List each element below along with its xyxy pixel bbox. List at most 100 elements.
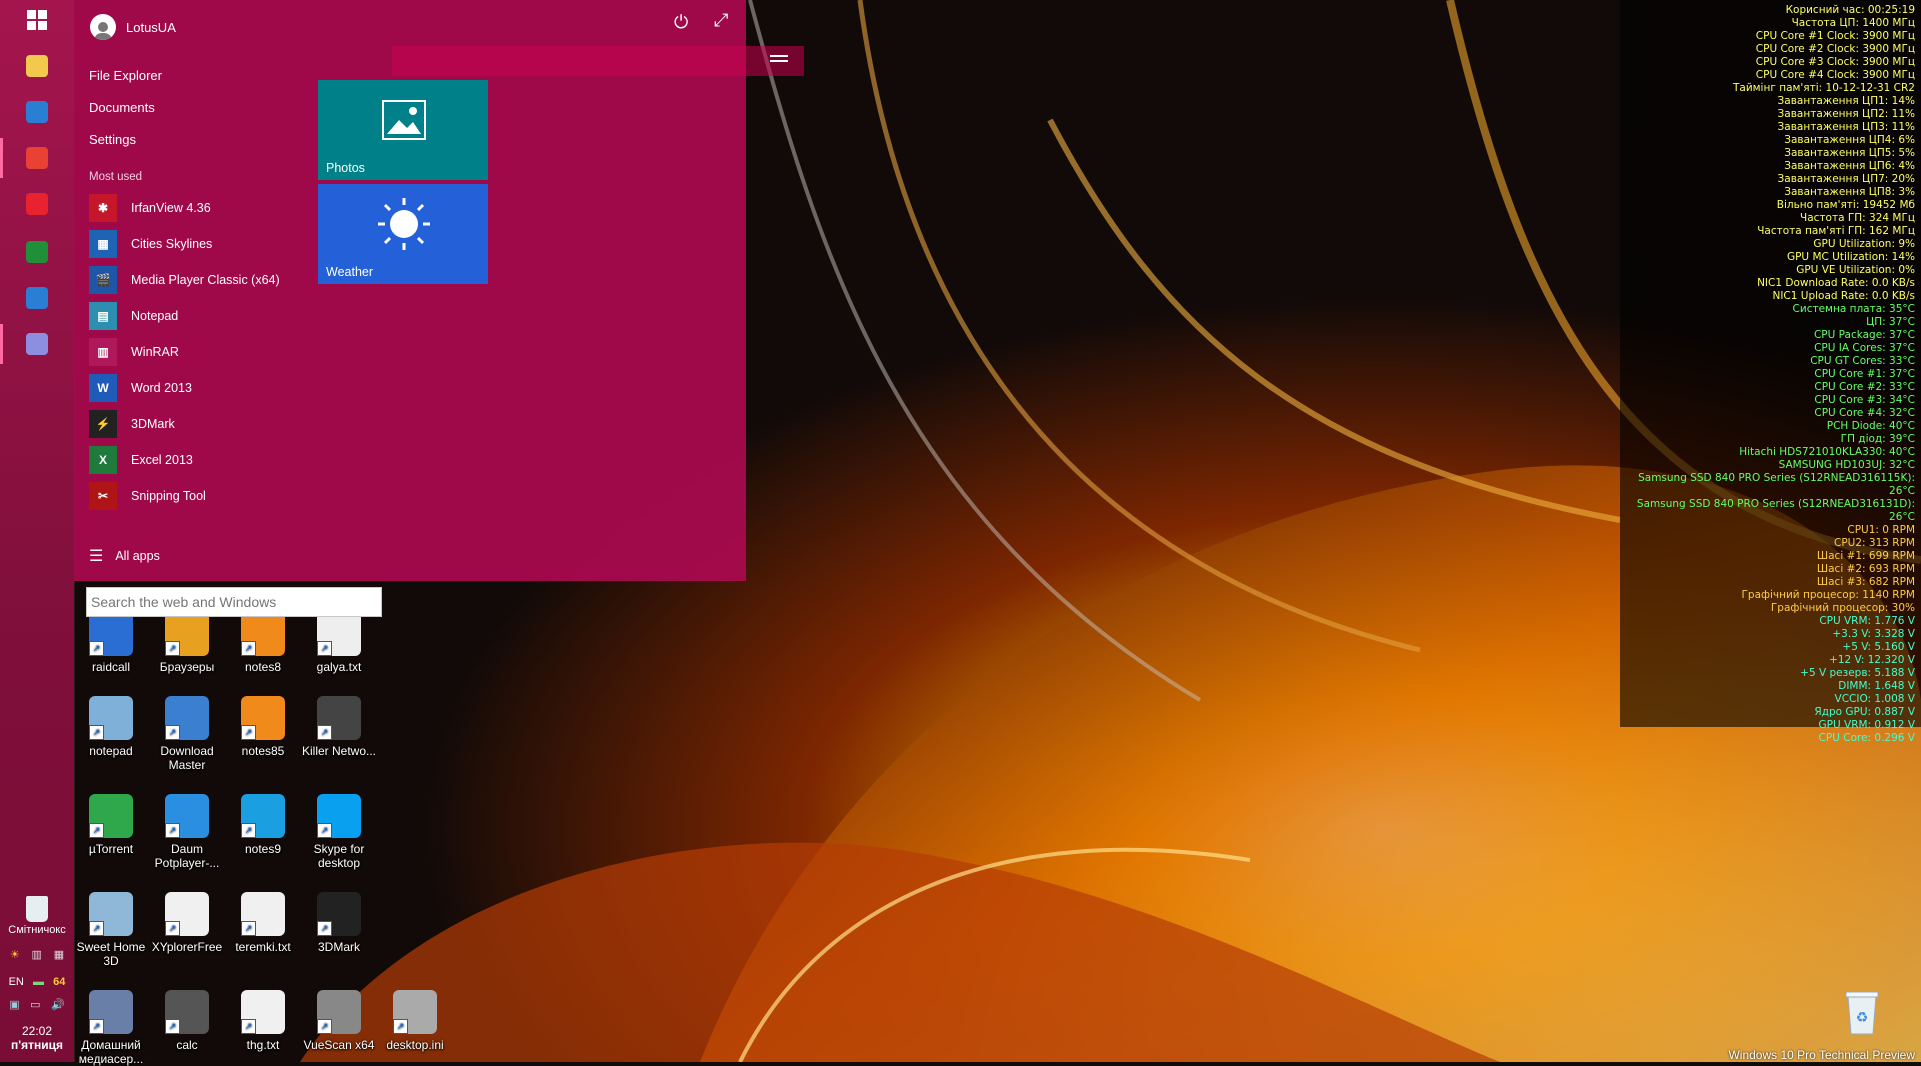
desktop-recycle-bin-icon[interactable]: ♻ — [1842, 988, 1882, 1036]
tray-badge[interactable]: 64 — [53, 976, 65, 988]
app-list-item[interactable]: 🎬 Media Player Classic (x64) — [89, 265, 280, 295]
desktop-icon[interactable]: ↗ Download Master — [149, 696, 225, 772]
sensor-reading: GPU Utilization: 9% — [1813, 238, 1915, 250]
active-indicator — [0, 138, 3, 178]
app-list-item[interactable]: X Excel 2013 — [89, 445, 193, 475]
desktop-icon[interactable]: ↗ Daum Potplayer-... — [149, 794, 225, 870]
desktop-icon-label: notes9 — [244, 842, 282, 856]
weather-tray-icon[interactable]: ☀ — [10, 948, 20, 961]
sensor-reading: NIC1 Download Rate: 0.0 KB/s — [1757, 277, 1915, 289]
sensor-reading: CPU Core #4: 32°C — [1814, 407, 1915, 419]
list-icon: ☰ — [89, 548, 104, 565]
notepad-desktop-icon: ↗ — [89, 696, 133, 740]
sensor-reading: Графічний процесор: 1140 RPM — [1741, 589, 1916, 601]
tile-group-menu-icon[interactable] — [770, 55, 788, 57]
network-tray-icon[interactable]: ▣ — [9, 998, 19, 1011]
taskbar-pin[interactable] — [12, 232, 62, 272]
desktop-icon-label: Daum Potplayer-... — [154, 842, 220, 870]
desktop-icon[interactable]: ↗ notes85 — [225, 696, 301, 758]
desktop-icon[interactable]: ↗ notes9 — [225, 794, 301, 856]
app-list-item[interactable]: ⚡ 3DMark — [89, 409, 175, 439]
chrome-pin-icon — [26, 147, 48, 169]
app-label: Cities Skylines — [131, 237, 213, 251]
calendar-tray-icon[interactable]: ▦ — [54, 948, 64, 961]
app-list-item[interactable]: ▥ WinRAR — [89, 337, 179, 367]
desktop-icon[interactable]: ↗ Killer Netwo... — [301, 696, 377, 758]
desktop-icon[interactable]: ↗ XYplorerFree — [149, 892, 225, 954]
tile-weather[interactable]: Weather — [318, 184, 488, 284]
all-apps-button[interactable]: ☰ All apps — [89, 541, 160, 571]
desktop-icon[interactable]: ↗ VueScan x64 — [301, 990, 377, 1052]
desktop-icon[interactable]: ↗ thg.txt — [225, 990, 301, 1052]
desktop-icon[interactable]: ↗ desktop.ini — [377, 990, 453, 1052]
start-menu: LotusUA ⏻ ⤢ File Explorer Documents Sett… — [74, 0, 804, 581]
desktop-icon[interactable]: ↗ Sweet Home 3D — [73, 892, 149, 968]
desktop-icon[interactable]: ↗ galya.txt — [301, 612, 377, 674]
app-list-item[interactable]: ▦ Cities Skylines — [89, 229, 212, 259]
taskbar-pin[interactable] — [12, 324, 62, 364]
app-list-item[interactable]: W Word 2013 — [89, 373, 192, 403]
skype-icon: ↗ — [317, 794, 361, 838]
shortcut-arrow-icon: ↗ — [89, 823, 104, 838]
desktop-icon[interactable]: ↗ Браузеры — [149, 612, 225, 674]
power-icon[interactable]: ⏻ — [674, 12, 688, 33]
taskbar-pin[interactable] — [12, 46, 62, 86]
desktop-icon[interactable]: ↗ notepad — [73, 696, 149, 758]
calc-icon: ↗ — [165, 990, 209, 1034]
volume-icon[interactable]: 🔊 — [51, 998, 65, 1011]
desktop-icon[interactable]: ↗ 3DMark — [301, 892, 377, 954]
desktop-icon[interactable]: ↗ notes8 — [225, 612, 301, 674]
link-documents[interactable]: Documents — [89, 100, 155, 115]
language-indicator[interactable]: EN — [9, 976, 24, 988]
shortcut-arrow-icon: ↗ — [241, 921, 256, 936]
recycle-bin-shortcut[interactable]: Смітничокс — [0, 896, 74, 936]
user-account[interactable]: LotusUA — [90, 14, 176, 40]
link-file-explorer[interactable]: File Explorer — [89, 68, 162, 83]
tile-photos-label: Photos — [326, 161, 365, 175]
galya-file-icon: ↗ — [317, 612, 361, 656]
shortcut-arrow-icon: ↗ — [317, 641, 332, 656]
clock-time: 22:02 — [21, 1024, 53, 1038]
app-list-item[interactable]: ▤ Notepad — [89, 301, 178, 331]
desktop-icon[interactable]: ↗ raidcall — [73, 612, 149, 674]
sensor-reading: CPU Core #3: 34°C — [1814, 394, 1915, 406]
taskbar-pin[interactable] — [12, 184, 62, 224]
app-list-item[interactable]: ✂ Snipping Tool — [89, 481, 206, 511]
taskbar-pin[interactable] — [12, 138, 62, 178]
app-label: Excel 2013 — [131, 453, 193, 467]
sensor-reading: SAMSUNG HD103UJ: 32°C — [1778, 459, 1915, 471]
search-input[interactable] — [86, 587, 382, 617]
folder-tray-icon[interactable]: ▬ — [33, 976, 44, 988]
cities-skylines-icon: ▦ — [89, 230, 117, 258]
sensor-reading: GPU VE Utilization: 0% — [1796, 264, 1915, 276]
desktop-icon[interactable]: ↗ Домашний медиасер... — [73, 990, 149, 1066]
meter-tray-icon[interactable]: ▥ — [32, 948, 42, 961]
link-settings[interactable]: Settings — [89, 132, 136, 147]
clock[interactable]: 22:02 п'ятниця — [0, 1024, 74, 1052]
sensor-reading: CPU GT Cores: 33°C — [1810, 355, 1915, 367]
desktop-icon[interactable]: ↗ µTorrent — [73, 794, 149, 856]
taskbar-pin[interactable] — [12, 92, 62, 132]
taskbar-pin[interactable] — [12, 278, 62, 318]
desktop-icon[interactable]: ↗ calc — [149, 990, 225, 1052]
media-server-icon: ↗ — [89, 990, 133, 1034]
sensor-reading: Частота пам'яті ГП: 162 МГц — [1757, 225, 1915, 237]
shortcut-arrow-icon: ↗ — [241, 725, 256, 740]
expand-icon[interactable]: ⤢ — [714, 10, 728, 31]
sensor-reading: Завантаження ЦП7: 20% — [1777, 173, 1915, 185]
shortcut-arrow-icon: ↗ — [165, 823, 180, 838]
monitor-tray-icon[interactable]: ▭ — [30, 998, 40, 1011]
desktop-icon-label: Браузеры — [159, 660, 215, 674]
teremki-file-icon: ↗ — [241, 892, 285, 936]
tile-photos[interactable]: Photos — [318, 80, 488, 180]
sensor-reading: Завантаження ЦП6: 4% — [1784, 160, 1915, 172]
excel-pin-icon — [26, 241, 48, 263]
desktop-icon[interactable]: ↗ teremki.txt — [225, 892, 301, 954]
desktop-icon[interactable]: ↗ Skype for desktop — [301, 794, 377, 870]
sensor-reading: Hitachi HDS721010KLA330: 40°C — [1739, 446, 1915, 458]
shortcut-arrow-icon: ↗ — [165, 921, 180, 936]
shortcut-arrow-icon: ↗ — [165, 725, 180, 740]
recycle-bin-label: Смітничокс — [8, 924, 66, 936]
start-button[interactable] — [12, 0, 62, 40]
app-list-item[interactable]: ✱ IrfanView 4.36 — [89, 193, 211, 223]
